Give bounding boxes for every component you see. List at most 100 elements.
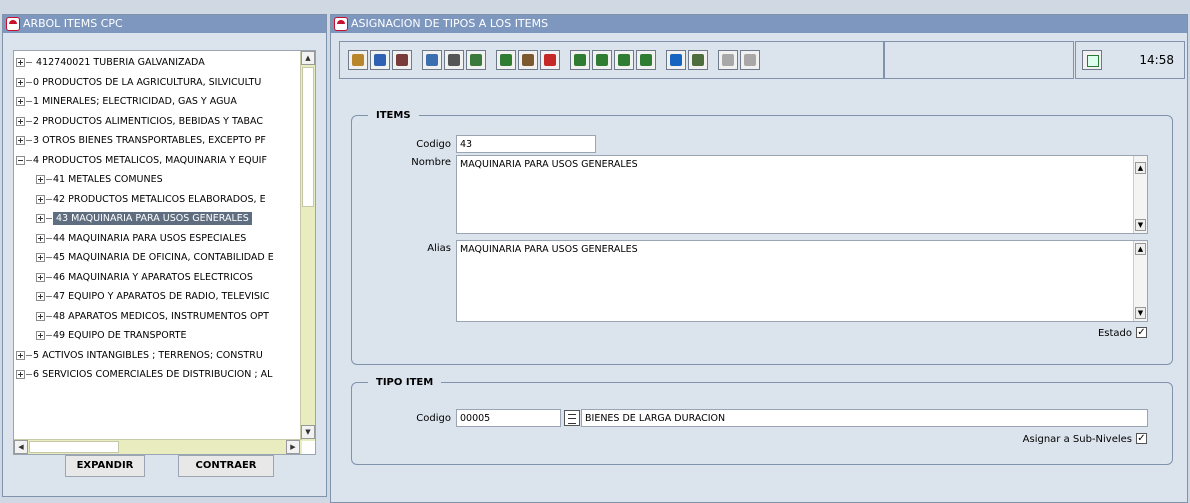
- scroll-down-arrow-icon[interactable]: ▼: [301, 425, 315, 439]
- tree-node[interactable]: 4 PRODUCTOS METALICOS, MAQUINARIA Y EQUI…: [16, 153, 267, 169]
- assignment-window-titlebar[interactable]: ASIGNACION DE TIPOS A LOS ITEMS: [331, 15, 1187, 33]
- tree-expand-icon[interactable]: [36, 233, 45, 243]
- tree-node[interactable]: 2 PRODUCTOS ALIMENTICIOS, BEBIDAS Y TABA…: [16, 114, 263, 130]
- items-estado-label: Estado: [1097, 328, 1132, 339]
- tree-connector-icon: [46, 179, 52, 180]
- tree-expand-icon[interactable]: [16, 97, 25, 106]
- check-icon[interactable]: [740, 50, 760, 70]
- tree-expand-icon[interactable]: [36, 272, 45, 282]
- tree-expand-icon[interactable]: [16, 350, 25, 360]
- help-icon[interactable]: [666, 50, 686, 70]
- clear-icon[interactable]: [348, 50, 368, 70]
- tree-collapse-icon[interactable]: [16, 155, 25, 165]
- tree-horizontal-scroll-thumb[interactable]: [29, 441, 119, 453]
- tree-connector-icon: [26, 374, 32, 375]
- tree-connector-icon: [26, 62, 32, 63]
- nombre-scrollbar[interactable]: ▲ ▼: [1133, 156, 1147, 233]
- tree-node[interactable]: 5 ACTIVOS INTANGIBLES ; TERRENOS; CONSTR…: [16, 348, 263, 364]
- tree-node[interactable]: 3 OTROS BIENES TRANSPORTABLES, EXCEPTO P…: [16, 133, 266, 149]
- list-icon[interactable]: [444, 50, 464, 70]
- calendar-icon[interactable]: [1082, 50, 1102, 70]
- exit-icon[interactable]: [688, 50, 708, 70]
- tree-expand-icon[interactable]: [16, 136, 25, 145]
- tree-expand-icon[interactable]: [36, 331, 45, 340]
- edit-icon[interactable]: [466, 50, 486, 70]
- first-record-icon[interactable]: [570, 50, 590, 70]
- scroll-up-arrow-icon[interactable]: ▲: [301, 51, 315, 65]
- save-icon[interactable]: [370, 50, 390, 70]
- expand-button[interactable]: EXPANDIR: [65, 455, 145, 477]
- items-codigo-field[interactable]: 43: [456, 135, 596, 153]
- tree-connector-icon: [46, 335, 52, 336]
- tree-expand-icon[interactable]: [36, 175, 45, 184]
- print-icon[interactable]: [392, 50, 412, 70]
- tree-node[interactable]: 47 EQUIPO Y APARATOS DE RADIO, TELEVISIC: [36, 289, 269, 305]
- duplicate-record-icon[interactable]: [518, 50, 538, 70]
- tree-node-label: 48 APARATOS MEDICOS, INSTRUMENTOS OPT: [53, 310, 269, 322]
- query-icon[interactable]: [422, 50, 442, 70]
- tree-node-label: 3 OTROS BIENES TRANSPORTABLES, EXCEPTO P…: [33, 135, 266, 146]
- tree-node-label: 44 MAQUINARIA PARA USOS ESPECIALES: [53, 232, 247, 244]
- subniveles-label: Asignar a Sub-Niveles: [1022, 434, 1132, 445]
- items-legend: ITEMS: [376, 110, 411, 121]
- items-nombre-value: MAQUINARIA PARA USOS GENERALES: [460, 159, 638, 170]
- tree-expand-icon[interactable]: [16, 58, 25, 67]
- tree-node[interactable]: 46 MAQUINARIA Y APARATOS ELECTRICOS: [36, 270, 253, 286]
- tree-node[interactable]: 41 METALES COMUNES: [36, 172, 163, 188]
- tree-connector-icon: [26, 120, 32, 122]
- scroll-left-arrow-icon[interactable]: ◀: [14, 440, 28, 454]
- tree-expand-icon[interactable]: [16, 77, 25, 87]
- items-codigo-label: Codigo: [416, 139, 451, 150]
- tree-node[interactable]: 42 PRODUCTOS METALICOS ELABORADOS, E: [36, 192, 266, 208]
- tree-node[interactable]: 44 MAQUINARIA PARA USOS ESPECIALES: [36, 231, 246, 247]
- items-estado-checkbox[interactable]: ✓: [1136, 327, 1147, 338]
- tree-node[interactable]: 45 MAQUINARIA DE OFICINA, CONTABILIDAD E: [36, 250, 274, 266]
- tree-node-label: 46 MAQUINARIA Y APARATOS ELECTRICOS: [53, 271, 253, 283]
- tree-expand-icon[interactable]: [36, 214, 45, 223]
- previous-record-icon[interactable]: [592, 50, 612, 70]
- tipo-descripcion-field[interactable]: BIENES DE LARGA DURACION: [581, 409, 1148, 427]
- tree-vertical-scrollbar[interactable]: ▲ ▼: [300, 51, 315, 441]
- toolbar: [339, 41, 884, 79]
- tree-node[interactable]: 49 EQUIPO DE TRANSPORTE: [36, 328, 186, 344]
- scroll-right-arrow-icon[interactable]: ▶: [286, 440, 300, 454]
- scroll-down-arrow-icon[interactable]: ▼: [1135, 307, 1146, 319]
- items-alias-textarea[interactable]: MAQUINARIA PARA USOS GENERALES ▲ ▼: [456, 240, 1148, 322]
- tree-node[interactable]: 412740021 TUBERIA GALVANIZADA: [16, 55, 205, 71]
- tree-connector-icon: [26, 354, 32, 356]
- scroll-up-arrow-icon[interactable]: ▲: [1135, 243, 1146, 255]
- tree-node[interactable]: 6 SERVICIOS COMERCIALES DE DISTRIBUCION …: [16, 367, 272, 383]
- tree-connector-icon: [46, 198, 52, 200]
- collapse-button[interactable]: CONTRAER: [178, 455, 274, 477]
- tree-node[interactable]: 43 MAQUINARIA PARA USOS GENERALES: [36, 211, 252, 227]
- tree-expand-icon[interactable]: [16, 370, 25, 379]
- list-of-values-icon[interactable]: [564, 410, 580, 426]
- tree-node-label: 412740021 TUBERIA GALVANIZADA: [33, 57, 205, 68]
- subniveles-checkbox[interactable]: ✓: [1136, 433, 1147, 444]
- insert-record-icon[interactable]: [496, 50, 516, 70]
- tree-window-titlebar[interactable]: ARBOL ITEMS CPC: [3, 15, 326, 33]
- tree-vertical-scroll-thumb[interactable]: [302, 67, 314, 207]
- scroll-down-arrow-icon[interactable]: ▼: [1135, 219, 1146, 231]
- tree-nodes: 412740021 TUBERIA GALVANIZADA 0 PRODUCTOS…: [14, 51, 302, 441]
- scroll-up-arrow-icon[interactable]: ▲: [1135, 162, 1146, 174]
- tree-expand-icon[interactable]: [36, 311, 45, 321]
- tree-horizontal-scrollbar[interactable]: ◀ ▶: [14, 439, 302, 454]
- tree-expand-icon[interactable]: [16, 116, 25, 126]
- tipo-codigo-field[interactable]: 00005: [456, 409, 561, 427]
- next-record-icon[interactable]: [614, 50, 634, 70]
- items-tree[interactable]: 412740021 TUBERIA GALVANIZADA 0 PRODUCTOS…: [13, 50, 316, 455]
- tree-expand-icon[interactable]: [36, 253, 45, 262]
- tree-expand-icon[interactable]: [36, 194, 45, 204]
- tree-node[interactable]: 48 APARATOS MEDICOS, INSTRUMENTOS OPT: [36, 309, 269, 325]
- tree-node[interactable]: 0 PRODUCTOS DE LA AGRICULTURA, SILVICULT…: [16, 75, 261, 91]
- delete-record-icon[interactable]: [540, 50, 560, 70]
- tree-expand-icon[interactable]: [36, 292, 45, 301]
- items-nombre-textarea[interactable]: MAQUINARIA PARA USOS GENERALES ▲ ▼: [456, 155, 1148, 234]
- last-record-icon[interactable]: [636, 50, 656, 70]
- anchor-icon[interactable]: [718, 50, 738, 70]
- assignment-window-title: ASIGNACION DE TIPOS A LOS ITEMS: [351, 17, 549, 30]
- alias-scrollbar[interactable]: ▲ ▼: [1133, 241, 1147, 321]
- toolbar-filler: [884, 41, 1074, 79]
- tree-node[interactable]: 1 MINERALES; ELECTRICIDAD, GAS Y AGUA: [16, 94, 237, 110]
